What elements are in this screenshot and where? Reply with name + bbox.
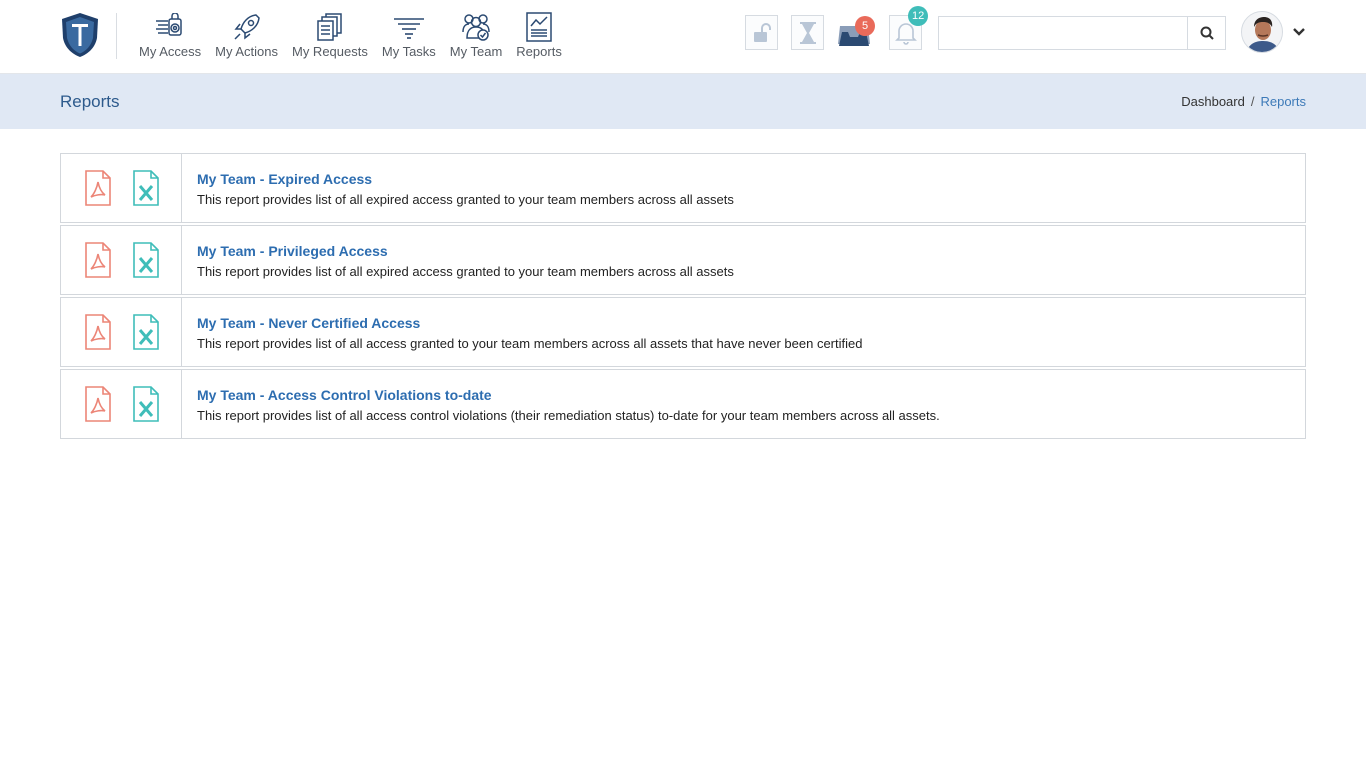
user-avatar[interactable] (1241, 11, 1283, 53)
breadcrumb-reports: Reports (1260, 94, 1306, 109)
report-list: My Team - Expired Access This report pro… (60, 153, 1306, 441)
nav-label: My Actions (215, 44, 278, 59)
breadcrumb: Dashboard / Reports (1181, 94, 1306, 109)
nav-my-access[interactable]: My Access (132, 0, 208, 74)
funnel-icon (392, 11, 426, 43)
report-row: My Team - Privileged Access This report … (60, 225, 1306, 295)
nav-my-requests[interactable]: My Requests (285, 0, 375, 74)
excel-download-icon[interactable] (132, 314, 160, 350)
report-description: This report provides list of all access … (197, 336, 863, 351)
logo-divider (116, 13, 117, 59)
nav-label: My Tasks (381, 44, 436, 59)
report-description: This report provides list of all expired… (197, 192, 734, 207)
unlock-button[interactable] (745, 15, 778, 50)
report-body: My Team - Privileged Access This report … (182, 226, 734, 294)
report-title-link[interactable]: My Team - Never Certified Access (197, 315, 862, 331)
search-box (938, 16, 1226, 50)
report-row: My Team - Access Control Violations to-d… (60, 369, 1306, 439)
search-icon (1200, 26, 1214, 40)
report-icon (522, 11, 556, 43)
nav-my-tasks[interactable]: My Tasks (375, 0, 443, 74)
breadcrumb-separator: / (1250, 94, 1255, 109)
report-title-link[interactable]: My Team - Privileged Access (197, 243, 734, 259)
pdf-download-icon[interactable] (84, 386, 112, 422)
report-title-link[interactable]: My Team - Access Control Violations to-d… (197, 387, 940, 403)
page-header: Reports Dashboard / Reports (0, 74, 1366, 129)
report-body: My Team - Expired Access This report pro… (182, 154, 734, 222)
report-download-icons (61, 226, 182, 294)
excel-download-icon[interactable] (132, 242, 160, 278)
report-description: This report provides list of all access … (197, 408, 940, 423)
search-input[interactable] (939, 17, 1187, 49)
unlock-icon (753, 22, 771, 42)
nav-label: My Access (139, 44, 202, 59)
nav-reports[interactable]: Reports (509, 0, 569, 74)
rocket-icon (230, 11, 264, 43)
report-download-icons (61, 298, 182, 366)
report-download-icons (61, 370, 182, 438)
search-button[interactable] (1187, 17, 1225, 49)
shield-logo-icon[interactable] (60, 12, 100, 58)
report-row: My Team - Expired Access This report pro… (60, 153, 1306, 223)
report-body: My Team - Access Control Violations to-d… (182, 370, 940, 438)
breadcrumb-dashboard[interactable]: Dashboard (1181, 94, 1245, 109)
nav-my-team[interactable]: My Team (443, 0, 510, 74)
nav-label: My Team (449, 44, 503, 59)
pending-button[interactable] (791, 15, 824, 50)
report-body: My Team - Never Certified Access This re… (182, 298, 862, 366)
report-download-icons (61, 154, 182, 222)
team-icon (459, 11, 493, 43)
hourglass-icon (799, 21, 816, 44)
inbox-badge: 5 (855, 16, 875, 36)
top-navbar: My Access My Actions My Requests My Task… (0, 0, 1366, 74)
documents-icon (313, 11, 347, 43)
user-photo-icon (1242, 12, 1282, 52)
pdf-download-icon[interactable] (84, 314, 112, 350)
notifications-badge: 12 (908, 6, 929, 26)
nav-my-actions[interactable]: My Actions (208, 0, 285, 74)
nav-label: Reports (516, 44, 562, 59)
pdf-download-icon[interactable] (84, 242, 112, 278)
nav-label: My Requests (291, 44, 368, 59)
excel-download-icon[interactable] (132, 386, 160, 422)
access-icon (153, 11, 187, 43)
page-title: Reports (60, 92, 120, 111)
main-nav: My Access My Actions My Requests My Task… (132, 0, 569, 74)
report-description: This report provides list of all expired… (197, 264, 734, 279)
report-title-link[interactable]: My Team - Expired Access (197, 171, 734, 187)
chevron-down-icon[interactable] (1291, 24, 1307, 40)
report-row: My Team - Never Certified Access This re… (60, 297, 1306, 367)
pdf-download-icon[interactable] (84, 170, 112, 206)
excel-download-icon[interactable] (132, 170, 160, 206)
